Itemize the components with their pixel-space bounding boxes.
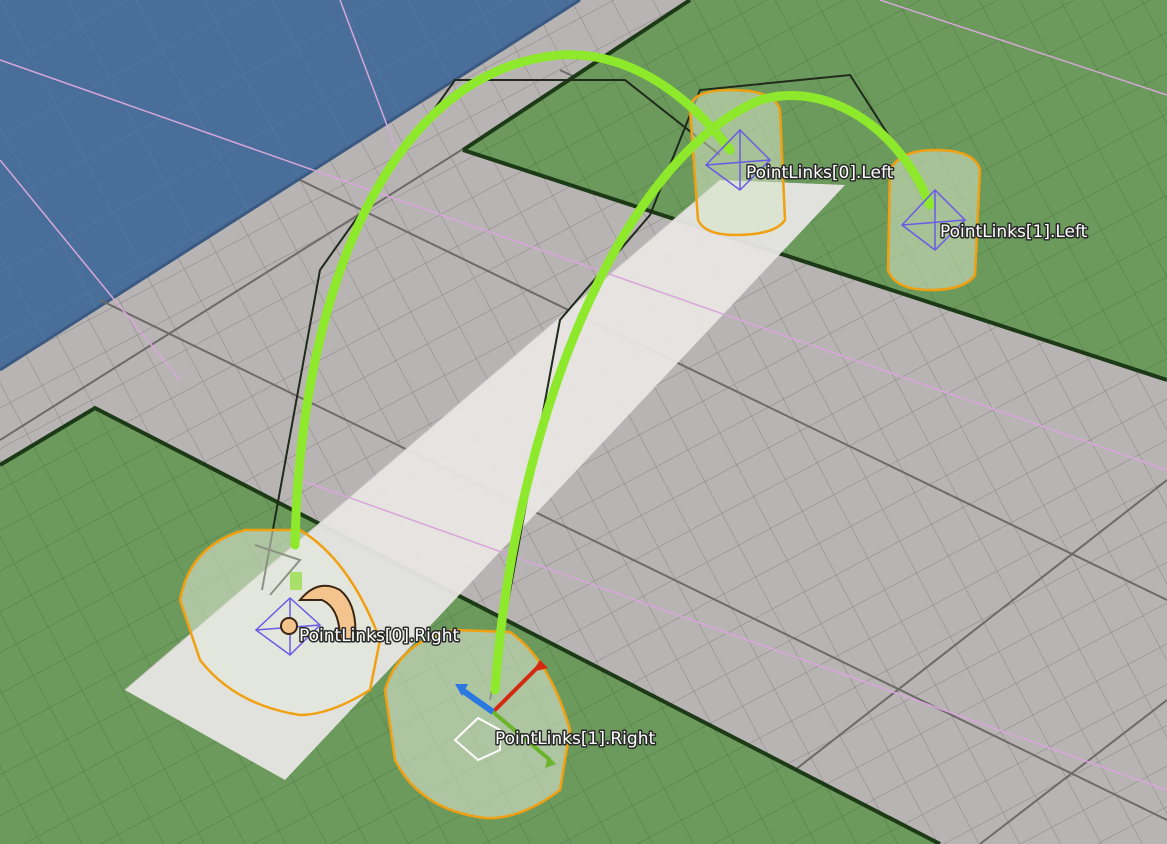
viewport-scene: PointLinks[0].Left PointLinks[1].Left Po… — [0, 0, 1167, 844]
point-link-label-0-left: PointLinks[0].Left — [746, 163, 894, 183]
level-viewport[interactable]: PointLinks[0].Left PointLinks[1].Left Po… — [0, 0, 1167, 844]
left-link-volume-1 — [886, 148, 982, 292]
point-link-label-1-left: PointLinks[1].Left — [940, 222, 1088, 242]
point-link-label-1-right: PointLinks[1].Right — [495, 729, 655, 749]
point-link-label-0-right: PointLinks[0].Right — [299, 626, 459, 646]
